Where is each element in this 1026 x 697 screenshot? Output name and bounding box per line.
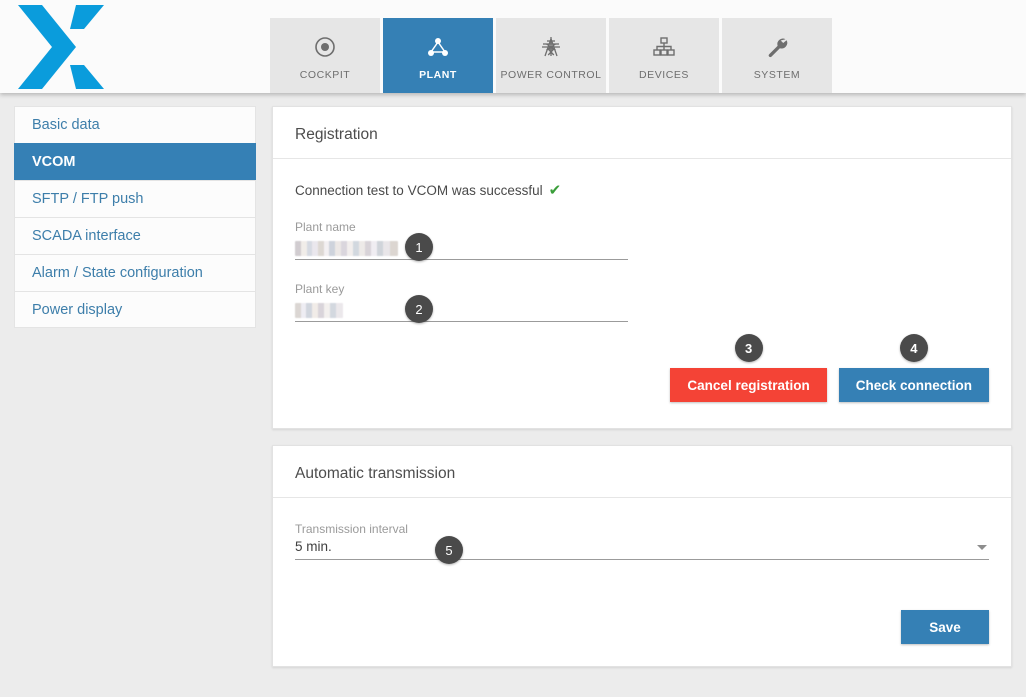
transmission-interval-label: Transmission interval [295,522,989,536]
registration-actions: Cancel registration 3 Check connection 4 [295,322,989,428]
page-title: Registration [273,107,1011,159]
sidebar-item-label: SCADA interface [32,228,141,244]
automatic-transmission-title: Automatic transmission [273,446,1011,498]
transmission-tower-icon [539,34,563,60]
sidebar-item-label: Alarm / State configuration [32,265,203,281]
save-button[interactable]: Save [901,610,989,644]
tab-system[interactable]: SYSTEM [722,18,832,93]
sitemap-icon [652,34,676,60]
tab-label: DEVICES [639,69,689,81]
sidebar-item-vcom[interactable]: VCOM [14,143,256,180]
callout-badge-3: 3 [735,334,763,362]
chevron-down-icon[interactable] [977,545,987,550]
registration-panel: Registration Connection test to VCOM was… [272,106,1012,429]
status-text: Connection test to VCOM was successful [295,183,543,198]
sidebar-item-label: Power display [32,302,122,318]
target-icon [314,34,336,60]
tab-power-control[interactable]: POWER CONTROL [496,18,606,93]
x-logo-icon [14,3,110,91]
sidebar-item-label: VCOM [32,154,76,170]
transmission-interval-field[interactable]: Transmission interval 5 min. 5 [295,522,989,562]
cancel-registration-button[interactable]: Cancel registration 3 [670,368,826,402]
save-button-label: Save [929,620,961,635]
sidebar-item-power-display[interactable]: Power display [14,291,256,328]
save-actions: Save [295,562,989,666]
sidebar: Basic data VCOM SFTP / FTP push SCADA in… [0,93,270,328]
main-content: Registration Connection test to VCOM was… [270,93,1026,697]
sidebar-item-alarm-state-configuration[interactable]: Alarm / State configuration [14,254,256,291]
cancel-registration-label: Cancel registration [687,378,809,393]
tab-label: COCKPIT [300,69,351,81]
automatic-transmission-panel: Automatic transmission Transmission inte… [272,445,1012,667]
main-navigation-tabs: COCKPIT PLANT [270,0,832,93]
wrench-icon [765,34,789,60]
green-check-icon: ✔ [549,183,562,198]
sidebar-item-label: SFTP / FTP push [32,191,143,207]
plant-key-label: Plant key [295,282,628,296]
plant-nodes-icon [426,34,450,60]
plant-key-field[interactable]: Plant key 2 [295,282,628,322]
tab-devices[interactable]: DEVICES [609,18,719,93]
logo[interactable] [0,0,270,93]
plant-name-redacted-value [295,241,398,256]
page-body: Basic data VCOM SFTP / FTP push SCADA in… [0,93,1026,697]
plant-name-input[interactable] [295,238,628,260]
sidebar-item-scada-interface[interactable]: SCADA interface [14,217,256,254]
sidebar-item-basic-data[interactable]: Basic data [14,106,256,143]
plant-name-field[interactable]: Plant name 1 [295,220,628,260]
check-connection-button[interactable]: Check connection 4 [839,368,989,402]
app-header: COCKPIT PLANT [0,0,1026,93]
transmission-interval-value: 5 min. [295,539,332,554]
tab-cockpit[interactable]: COCKPIT [270,18,380,93]
check-connection-label: Check connection [856,378,972,393]
tab-label: PLANT [419,69,457,81]
tab-label: POWER CONTROL [500,69,601,81]
callout-badge-4: 4 [900,334,928,362]
transmission-interval-select[interactable]: 5 min. [295,539,989,560]
plant-key-redacted-value [295,303,343,318]
sidebar-item-sftp-ftp-push[interactable]: SFTP / FTP push [14,180,256,217]
tab-label: SYSTEM [754,69,800,81]
plant-key-input[interactable] [295,300,628,322]
connection-status: Connection test to VCOM was successful ✔ [295,159,989,198]
plant-name-label: Plant name [295,220,628,234]
tab-plant[interactable]: PLANT [383,18,493,93]
sidebar-item-label: Basic data [32,117,100,133]
